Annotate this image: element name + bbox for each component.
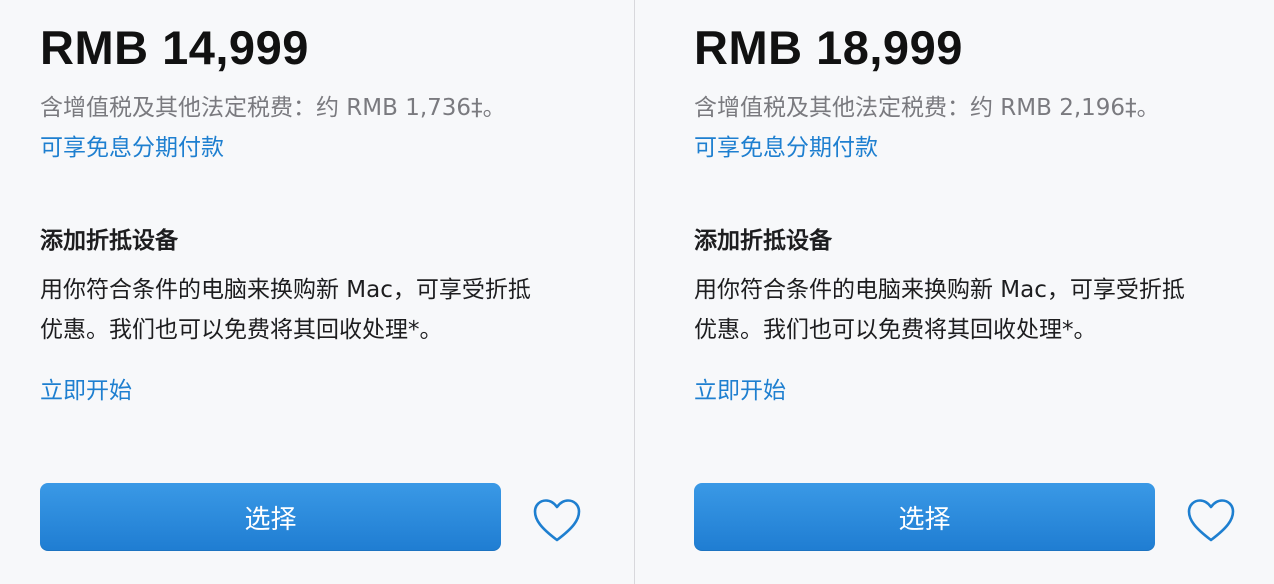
start-tradein-link[interactable]: 立即开始 xyxy=(40,376,132,406)
product-card-1: RMB 14,999 含增值税及其他法定税费：约 RMB 1,736‡。 可享免… xyxy=(40,0,600,584)
product-comparison: RMB 14,999 含增值税及其他法定税费：约 RMB 1,736‡。 可享免… xyxy=(0,0,1274,584)
tradein-description: 用你符合条件的电脑来换购新 Mac，可享受折抵 优惠。我们也可以免费将其回收处理… xyxy=(694,270,1234,350)
tradein-description: 用你符合条件的电脑来换购新 Mac，可享受折抵 优惠。我们也可以免费将其回收处理… xyxy=(40,270,580,350)
product-price: RMB 18,999 xyxy=(694,21,963,74)
installment-link[interactable]: 可享免息分期付款 xyxy=(694,133,878,163)
card-divider xyxy=(634,0,635,584)
heart-icon[interactable] xyxy=(1186,497,1236,545)
product-price: RMB 14,999 xyxy=(40,21,309,74)
start-tradein-link[interactable]: 立即开始 xyxy=(694,376,786,406)
tax-note: 含增值税及其他法定税费：约 RMB 1,736‡。 xyxy=(40,95,506,121)
select-button[interactable]: 选择 xyxy=(694,483,1155,551)
product-card-2: RMB 18,999 含增值税及其他法定税费：约 RMB 2,196‡。 可享免… xyxy=(694,0,1254,584)
tradein-description-line: 用你符合条件的电脑来换购新 Mac，可享受折抵 xyxy=(40,277,531,303)
tradein-description-line: 优惠。我们也可以免费将其回收处理*。 xyxy=(40,317,443,343)
tradein-title: 添加折抵设备 xyxy=(40,228,178,254)
tax-note: 含增值税及其他法定税费：约 RMB 2,196‡。 xyxy=(694,95,1160,121)
tradein-description-line: 优惠。我们也可以免费将其回收处理*。 xyxy=(694,317,1097,343)
heart-icon[interactable] xyxy=(532,497,582,545)
tradein-description-line: 用你符合条件的电脑来换购新 Mac，可享受折抵 xyxy=(694,277,1185,303)
tradein-title: 添加折抵设备 xyxy=(694,228,832,254)
select-button[interactable]: 选择 xyxy=(40,483,501,551)
installment-link[interactable]: 可享免息分期付款 xyxy=(40,133,224,163)
